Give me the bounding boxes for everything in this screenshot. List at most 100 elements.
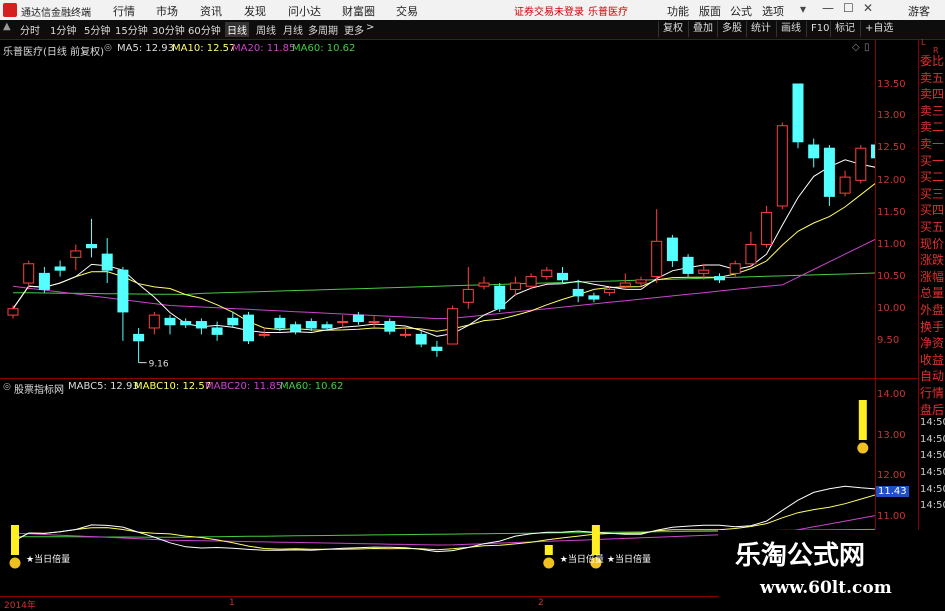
volume-signal-bar <box>858 400 867 440</box>
menu-hangqing[interactable]: 行情 <box>113 3 135 19</box>
app-title: 通达信金融终端 <box>21 8 91 19</box>
watermark-url: www.60lt.com <box>760 578 892 598</box>
y-tick: 12.50 <box>877 142 906 153</box>
side-tab[interactable]: 收益 <box>920 351 945 368</box>
y-tick: 12.00 <box>877 175 906 186</box>
login-notice[interactable]: 证券交易未登录 <box>514 3 584 18</box>
candle-body <box>243 314 254 342</box>
menu-banmian[interactable]: 版面 <box>699 3 721 19</box>
side-tab[interactable]: 14:50 <box>920 500 945 511</box>
menu-wenxiaoda[interactable]: 问小达 <box>288 3 321 19</box>
side-tab[interactable]: 买一 <box>920 152 945 169</box>
candle-body <box>557 272 568 281</box>
period-tab[interactable]: 分时 <box>20 22 40 37</box>
candle-body <box>431 346 443 351</box>
side-tab[interactable]: 14:50 <box>920 417 945 428</box>
period-tab-more[interactable]: 更多 <box>344 22 364 37</box>
side-tab[interactable]: 14:50 <box>920 434 945 445</box>
side-tab[interactable]: 涨幅 <box>920 268 945 285</box>
candle-body <box>871 144 875 159</box>
period-tab[interactable]: 多周期 <box>308 22 338 37</box>
candle-body <box>666 237 678 262</box>
close-icon[interactable]: ✕ <box>863 1 873 15</box>
menu-caifuquan[interactable]: 财富圈 <box>342 3 375 19</box>
toolbar-button[interactable]: 多股 <box>717 21 746 37</box>
guest-label[interactable]: 游客 <box>908 3 930 19</box>
menu-shichang[interactable]: 市场 <box>156 3 178 19</box>
period-tab[interactable]: 30分钟 <box>152 22 185 37</box>
period-tab-active[interactable]: 日线 <box>225 22 249 37</box>
chevron-right-icon[interactable]: > <box>366 22 374 33</box>
candle-body <box>352 314 364 323</box>
candle-body <box>494 285 506 310</box>
side-tab[interactable]: 买四 <box>920 201 945 218</box>
candle-body <box>337 321 349 324</box>
toolbar-button[interactable]: 叠加 <box>688 21 717 37</box>
period-tab[interactable]: 1分钟 <box>50 22 76 37</box>
candle-body <box>839 176 851 194</box>
toolbar-button[interactable]: 复权 <box>658 21 687 37</box>
menu-gongneng[interactable]: 功能 <box>667 3 689 19</box>
candle-body <box>54 266 66 271</box>
toolbar-button[interactable]: 标记 <box>830 21 859 37</box>
menu-xuanxiang[interactable]: 选项 <box>762 3 784 19</box>
candle-body <box>148 314 160 329</box>
candle-body <box>290 324 302 332</box>
toolbar-button[interactable]: 画线 <box>776 21 805 37</box>
side-tab[interactable]: 卖一 <box>920 135 945 152</box>
y-tick: 13.50 <box>877 79 906 90</box>
x-tick: 2014年 <box>4 601 36 611</box>
period-tab[interactable]: 月线 <box>283 22 303 37</box>
side-tab[interactable]: 14:50 <box>920 467 945 478</box>
side-tab[interactable]: 买二 <box>920 168 945 185</box>
candle-body <box>525 276 537 287</box>
arrow-up-icon[interactable]: ▲ <box>3 21 11 32</box>
candle-body <box>86 244 97 249</box>
side-tab[interactable]: 卖五 <box>920 69 945 86</box>
side-tab[interactable]: 涨跌 <box>920 251 945 268</box>
smiley-icon <box>542 556 556 570</box>
period-tab[interactable]: 周线 <box>256 22 276 37</box>
y-tick: 9.50 <box>877 335 900 346</box>
menu-faxian[interactable]: 发现 <box>244 3 266 19</box>
y-tick: 11.00 <box>877 239 906 250</box>
candle-body <box>714 276 725 281</box>
menu-gongshi[interactable]: 公式 <box>730 3 752 19</box>
side-tab[interactable]: 卖二 <box>920 118 945 135</box>
candle-body <box>462 288 474 303</box>
side-tab[interactable]: 净资 <box>920 334 945 351</box>
period-tab[interactable]: 60分钟 <box>188 22 221 37</box>
period-toolbar: ▲ 分时 1分钟 5分钟 15分钟 30分钟 60分钟 日线 周线 月线 多周期… <box>0 20 945 40</box>
candle-body <box>305 321 317 329</box>
side-tab[interactable]: 总量 <box>920 284 945 301</box>
side-tab[interactable]: 换手 <box>920 318 945 335</box>
user-icon[interactable]: ▾ <box>800 2 806 16</box>
side-tab[interactable]: 自动 <box>920 367 945 384</box>
y-tick: 10.00 <box>877 303 906 314</box>
side-tab[interactable]: 行情 <box>920 384 945 401</box>
menu-jiaoyi[interactable]: 交易 <box>396 3 418 19</box>
side-tab[interactable]: 买五 <box>920 218 945 235</box>
side-tab[interactable]: 买三 <box>920 185 945 202</box>
side-tab[interactable]: 卖四 <box>920 85 945 102</box>
ma10-line <box>12 183 875 332</box>
menu-zixun[interactable]: 资讯 <box>200 3 222 19</box>
candle-body <box>164 317 176 326</box>
side-tab[interactable]: 盘后 <box>920 401 945 418</box>
candle-body <box>855 147 867 181</box>
period-tab[interactable]: 5分钟 <box>84 22 110 37</box>
kline-chart[interactable]: 13.889.16★当日倍量★当日倍量★当日倍量 <box>0 40 875 596</box>
candle-body <box>101 253 113 271</box>
side-tab[interactable]: 外盘 <box>920 301 945 318</box>
side-tab[interactable]: 现价 <box>920 235 945 252</box>
minimize-icon[interactable]: — <box>822 1 834 15</box>
side-tab[interactable]: 卖三 <box>920 102 945 119</box>
side-tab[interactable]: 14:50 <box>920 484 945 495</box>
maximize-icon[interactable]: ☐ <box>843 1 854 15</box>
add-watchlist-button[interactable]: +自选 <box>860 21 897 37</box>
period-tab[interactable]: 15分钟 <box>115 22 148 37</box>
side-tab[interactable]: 14:50 <box>920 450 945 461</box>
side-tab[interactable]: 委比 <box>920 52 945 69</box>
toolbar-button[interactable]: 统计 <box>746 21 775 37</box>
stock-name-title: 乐普医疗 <box>588 7 628 18</box>
